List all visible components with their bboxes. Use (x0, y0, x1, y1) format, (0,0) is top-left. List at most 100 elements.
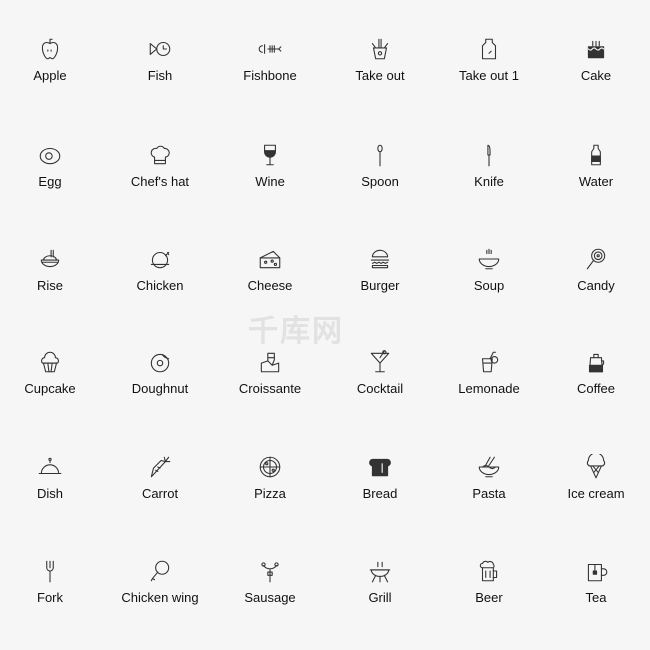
icon-label: Candy (577, 278, 615, 293)
grill-icon (367, 558, 393, 584)
sausage-icon (257, 558, 283, 584)
icon-item-tea[interactable]: Tea (541, 558, 650, 605)
cake-icon (583, 36, 609, 62)
icon-item-chicken[interactable]: Chicken (105, 246, 215, 293)
icon-item-coffee[interactable]: Coffee (541, 349, 650, 396)
icon-label: Sausage (244, 590, 296, 605)
icon-label: Beer (475, 590, 503, 605)
egg-icon (37, 142, 63, 168)
cocktail-icon (367, 349, 393, 375)
takeout-box-icon (367, 36, 393, 62)
wine-icon (257, 142, 283, 168)
icon-item-take-out-1[interactable]: Take out 1 (434, 36, 544, 83)
fork-icon (37, 558, 63, 584)
icon-label: Fork (37, 590, 63, 605)
ice-cream-icon (583, 452, 609, 480)
icon-item-wine[interactable]: Wine (215, 142, 325, 189)
icon-label: Grill (368, 590, 392, 605)
icon-label: Apple (33, 68, 67, 83)
icon-item-beer[interactable]: Beer (434, 558, 544, 605)
icon-label: Coffee (576, 381, 616, 396)
icon-label: Cupcake (24, 381, 76, 396)
icon-label: Take out (355, 68, 405, 83)
icon-label: Cake (580, 68, 612, 83)
icon-item-soup[interactable]: Soup (434, 246, 544, 293)
cupcake-icon (37, 349, 63, 375)
fish-icon (147, 36, 173, 62)
icon-item-cake[interactable]: Cake (541, 36, 650, 83)
icon-item-bread[interactable]: Bread (325, 454, 435, 501)
icon-item-doughnut[interactable]: Doughnut (105, 349, 215, 396)
knife-icon (476, 142, 502, 168)
icon-item-lemonade[interactable]: Lemonade (434, 349, 544, 396)
icon-label: Lemonade (458, 381, 520, 396)
doughnut-icon (147, 349, 173, 375)
candy-icon (583, 246, 609, 272)
icon-label: Bread (362, 486, 398, 501)
carrot-icon (147, 454, 173, 480)
icon-label: Knife (474, 174, 504, 189)
chicken-wing-icon (147, 558, 173, 584)
icon-label: Spoon (361, 174, 399, 189)
bread-icon (367, 454, 393, 480)
icon-item-apple[interactable]: Apple (0, 36, 105, 83)
icon-label: Pizza (254, 486, 286, 501)
icon-label: Croissante (238, 381, 302, 396)
icon-item-grill[interactable]: Grill (325, 558, 435, 605)
water-bottle-icon (583, 142, 609, 168)
icon-label: Wine (255, 174, 285, 189)
icon-label: Rise (36, 278, 63, 293)
icon-item-chef-s-hat[interactable]: Chef's hat (105, 142, 215, 189)
icon-item-carrot[interactable]: Carrot (105, 454, 215, 501)
icon-label: Doughnut (131, 381, 189, 396)
icon-label: Egg (38, 174, 62, 189)
icon-item-fish[interactable]: Fish (105, 36, 215, 83)
icon-item-cocktail[interactable]: Cocktail (325, 349, 435, 396)
icon-item-water[interactable]: Water (541, 142, 650, 189)
croissant-icon (257, 349, 283, 375)
icon-item-rise[interactable]: Rise (0, 246, 105, 293)
icon-label: Chicken wing (121, 590, 199, 605)
icon-label: Take out 1 (459, 68, 519, 83)
icon-item-pizza[interactable]: Pizza (215, 454, 325, 501)
icon-label: Chef's hat (130, 174, 190, 189)
icon-label: Fishbone (243, 68, 297, 83)
icon-item-burger[interactable]: Burger (325, 246, 435, 293)
icon-item-take-out[interactable]: Take out (325, 36, 435, 83)
burger-icon (367, 246, 393, 272)
coffee-pot-icon (583, 349, 609, 375)
watermark: 千库网 (248, 315, 344, 348)
icon-label: Fish (147, 68, 173, 83)
chef-hat-icon (147, 142, 173, 168)
icon-label: Ice cream (567, 486, 625, 501)
icon-item-fishbone[interactable]: Fishbone (215, 36, 325, 83)
icon-item-knife[interactable]: Knife (434, 142, 544, 189)
icon-item-chicken-wing[interactable]: Chicken wing (105, 558, 215, 605)
tea-icon (583, 558, 609, 584)
lemonade-icon (476, 349, 502, 375)
icon-item-cheese[interactable]: Cheese (215, 246, 325, 293)
icon-label: Chicken (136, 278, 184, 293)
icon-label: Tea (585, 590, 607, 605)
icon-item-croissante[interactable]: Croissante (215, 349, 325, 396)
icon-label: Burger (360, 278, 400, 293)
cloche-icon (37, 454, 63, 480)
icon-label: Dish (36, 486, 63, 501)
soup-icon (476, 246, 502, 272)
icon-item-ice-cream[interactable]: Ice cream (541, 452, 650, 501)
chicken-icon (147, 246, 173, 272)
spoon-icon (367, 142, 393, 168)
icon-item-pasta[interactable]: Pasta (434, 454, 544, 501)
icon-item-candy[interactable]: Candy (541, 246, 650, 293)
icon-label: Carrot (141, 486, 179, 501)
icon-item-spoon[interactable]: Spoon (325, 142, 435, 189)
icon-item-egg[interactable]: Egg (0, 142, 105, 189)
pizza-icon (257, 454, 283, 480)
icon-label: Water (578, 174, 614, 189)
icon-label: Soup (473, 278, 505, 293)
icon-item-fork[interactable]: Fork (0, 558, 105, 605)
icon-item-sausage[interactable]: Sausage (215, 558, 325, 605)
fishbone-icon (257, 36, 283, 62)
icon-item-dish[interactable]: Dish (0, 454, 105, 501)
icon-item-cupcake[interactable]: Cupcake (0, 349, 105, 396)
